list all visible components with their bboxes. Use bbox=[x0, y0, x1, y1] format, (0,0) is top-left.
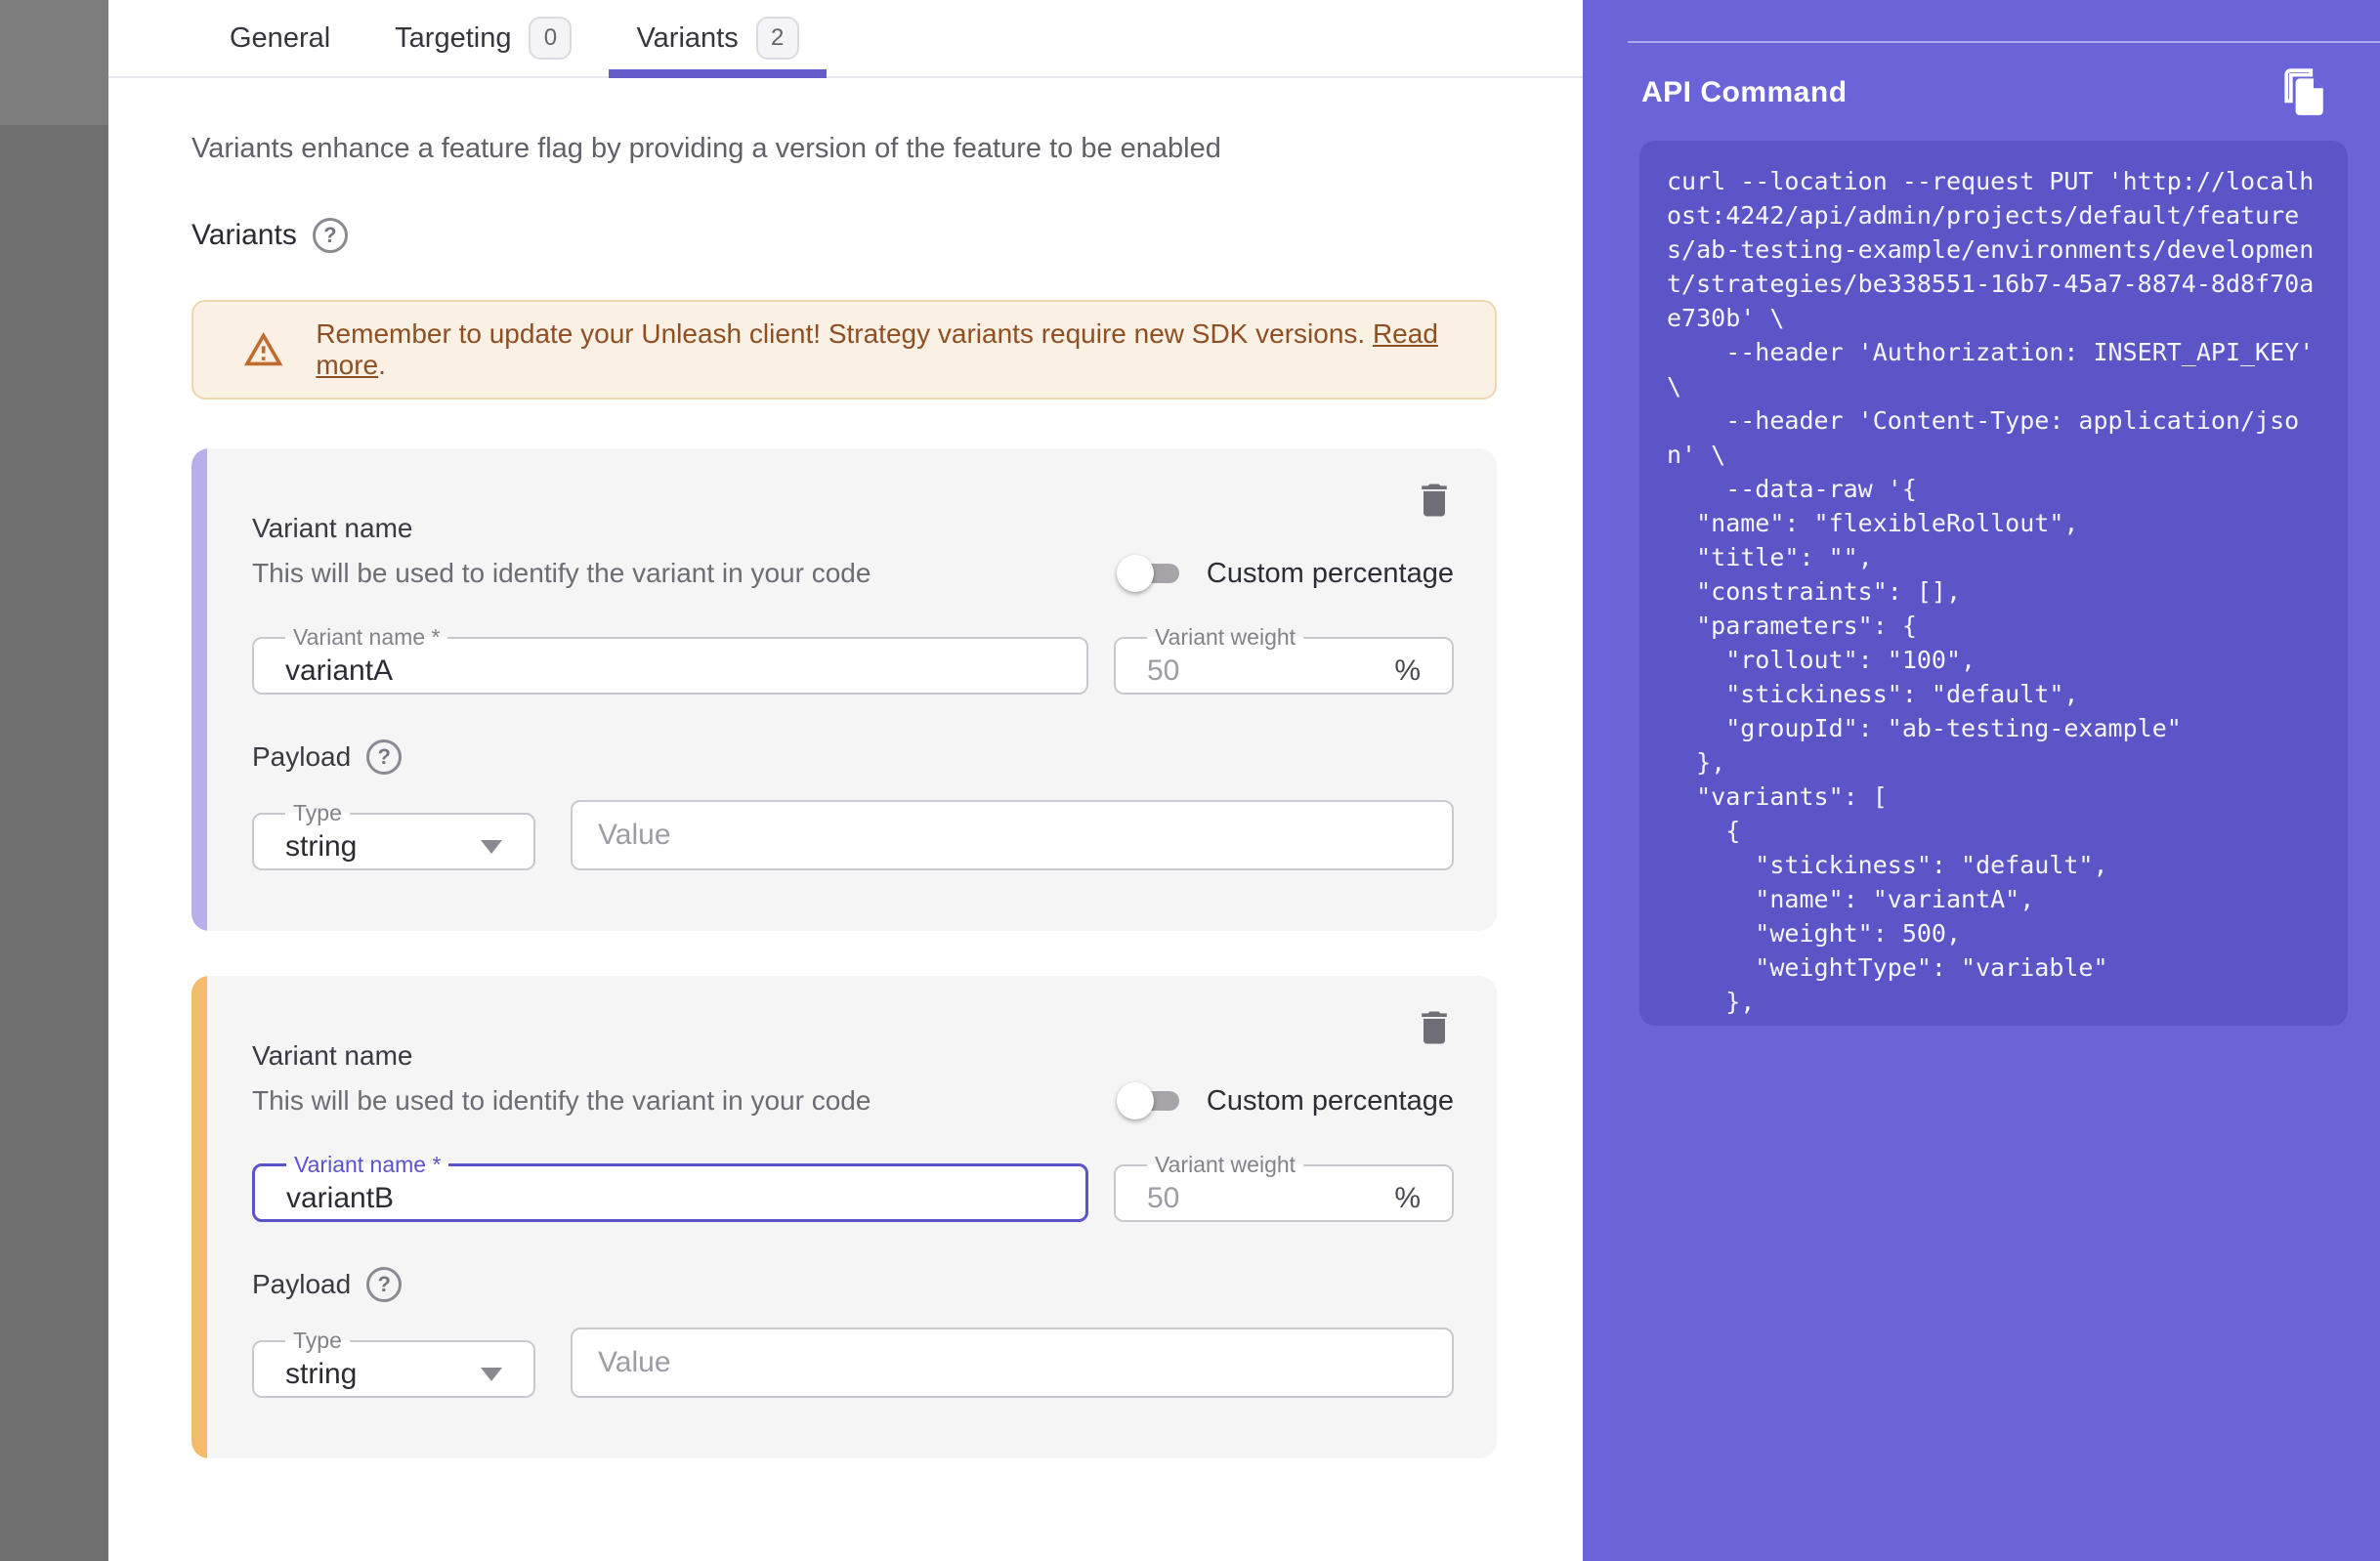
copy-icon bbox=[2280, 68, 2329, 117]
variant-name-input-label: Variant name * bbox=[285, 624, 447, 651]
sdk-warning-banner: Remember to update your Unleash client! … bbox=[191, 300, 1497, 400]
variant-b-name-input[interactable] bbox=[278, 1178, 1062, 1219]
variants-section-header: Variants bbox=[191, 218, 1497, 253]
variant-weight-label: Variant weight bbox=[1147, 1152, 1303, 1178]
payload-help-icon[interactable] bbox=[366, 1267, 402, 1302]
payload-type-label: Type bbox=[285, 800, 350, 826]
variants-intro-text: Variants enhance a feature flag by provi… bbox=[191, 133, 1497, 165]
tab-general-label: General bbox=[230, 22, 330, 55]
payload-help-icon[interactable] bbox=[366, 739, 402, 775]
dimmed-backdrop bbox=[0, 0, 108, 1561]
api-command-header: API Command bbox=[1641, 68, 2329, 117]
variant-a-input-row: Variant name * Variant weight 50 % bbox=[252, 624, 1454, 695]
copy-command-button[interactable] bbox=[2280, 68, 2329, 117]
variants-tab-content: Variants enhance a feature flag by provi… bbox=[108, 133, 1583, 1458]
curl-command-block[interactable]: curl --location --request PUT 'http://lo… bbox=[1639, 141, 2348, 1026]
payload-value-input-b[interactable] bbox=[571, 1328, 1454, 1398]
delete-variant-b-button[interactable] bbox=[1411, 1005, 1458, 1052]
variant-card-b: Variant name This will be used to identi… bbox=[191, 976, 1497, 1458]
variant-card-a: Variant name This will be used to identi… bbox=[191, 448, 1497, 931]
variants-section-title: Variants bbox=[191, 219, 297, 252]
payload-value-input-a[interactable] bbox=[571, 800, 1454, 870]
tab-variants[interactable]: Variants 2 bbox=[636, 0, 798, 76]
percent-suffix: % bbox=[1394, 654, 1421, 688]
variant-a-weight-input[interactable]: 50 bbox=[1147, 654, 1179, 688]
payload-header: Payload bbox=[252, 739, 1454, 775]
panel-divider bbox=[1628, 41, 2380, 43]
variant-a-name-field: Variant name * bbox=[252, 624, 1088, 695]
api-command-title: API Command bbox=[1641, 76, 1848, 109]
variant-weight-label: Variant weight bbox=[1147, 624, 1303, 651]
payload-header: Payload bbox=[252, 1267, 1454, 1302]
modal-content: General Targeting 0 Variants 2 Variants … bbox=[108, 0, 1583, 1561]
variant-b-input-row: Variant name * Variant weight 50 % bbox=[252, 1152, 1454, 1222]
toggle-knob bbox=[1117, 555, 1154, 592]
payload-type-select-a[interactable]: Type string bbox=[252, 800, 535, 870]
variant-b-desc-row: This will be used to identify the varian… bbox=[252, 1081, 1454, 1120]
variant-b-weight-field: Variant weight 50 % bbox=[1114, 1152, 1454, 1222]
variant-name-description: This will be used to identify the varian… bbox=[252, 1085, 871, 1117]
custom-percentage-label: Custom percentage bbox=[1207, 558, 1454, 590]
tab-targeting-badge: 0 bbox=[529, 17, 572, 60]
tab-targeting-label: Targeting bbox=[395, 22, 511, 55]
payload-label: Payload bbox=[252, 741, 351, 773]
variant-a-color-strip bbox=[191, 448, 207, 931]
strategy-edit-modal: General Targeting 0 Variants 2 Variants … bbox=[0, 0, 2380, 1561]
curl-command-text: curl --location --request PUT 'http://lo… bbox=[1667, 164, 2330, 1019]
variant-b-color-strip bbox=[191, 976, 207, 1458]
warning-icon bbox=[242, 327, 284, 372]
variant-name-description: This will be used to identify the varian… bbox=[252, 558, 871, 589]
tabbar: General Targeting 0 Variants 2 bbox=[108, 0, 1583, 78]
tab-variants-badge: 2 bbox=[756, 17, 799, 60]
variant-name-heading: Variant name bbox=[252, 513, 1454, 544]
variant-name-heading: Variant name bbox=[252, 1040, 1454, 1072]
dimmed-backdrop-header bbox=[0, 0, 108, 125]
tab-variants-label: Variants bbox=[636, 22, 738, 55]
payload-type-label: Type bbox=[285, 1328, 350, 1354]
custom-percentage-toggle[interactable] bbox=[1117, 1081, 1181, 1120]
variant-b-payload-row: Type string bbox=[252, 1328, 1454, 1398]
payload-type-value: string bbox=[285, 1358, 357, 1391]
payload-type-select-b[interactable]: Type string bbox=[252, 1328, 535, 1398]
trash-icon bbox=[1413, 479, 1456, 522]
delete-variant-a-button[interactable] bbox=[1411, 478, 1458, 525]
chevron-down-icon bbox=[481, 1368, 502, 1381]
variant-a-desc-row: This will be used to identify the varian… bbox=[252, 554, 1454, 593]
custom-percentage-label: Custom percentage bbox=[1207, 1085, 1454, 1118]
custom-percentage-row: Custom percentage bbox=[1117, 554, 1454, 593]
custom-percentage-toggle[interactable] bbox=[1117, 554, 1181, 593]
payload-label: Payload bbox=[252, 1269, 351, 1300]
toggle-knob bbox=[1117, 1082, 1154, 1119]
tab-targeting[interactable]: Targeting 0 bbox=[395, 0, 572, 76]
trash-icon bbox=[1413, 1006, 1456, 1049]
variant-a-name-input[interactable] bbox=[277, 651, 1063, 692]
percent-suffix: % bbox=[1394, 1182, 1421, 1215]
tab-general[interactable]: General bbox=[230, 0, 330, 76]
help-icon[interactable] bbox=[313, 218, 348, 253]
variant-b-weight-input[interactable]: 50 bbox=[1147, 1182, 1179, 1215]
chevron-down-icon bbox=[481, 840, 502, 854]
custom-percentage-row: Custom percentage bbox=[1117, 1081, 1454, 1120]
api-command-panel: API Command curl --location --request PU… bbox=[1583, 0, 2380, 1561]
payload-type-value: string bbox=[285, 830, 357, 864]
variant-name-input-label: Variant name * bbox=[286, 1152, 448, 1178]
variant-b-name-field: Variant name * bbox=[252, 1152, 1088, 1222]
variant-a-payload-row: Type string bbox=[252, 800, 1454, 870]
warning-text: Remember to update your Unleash client! … bbox=[316, 318, 1446, 381]
variant-a-weight-field: Variant weight 50 % bbox=[1114, 624, 1454, 695]
